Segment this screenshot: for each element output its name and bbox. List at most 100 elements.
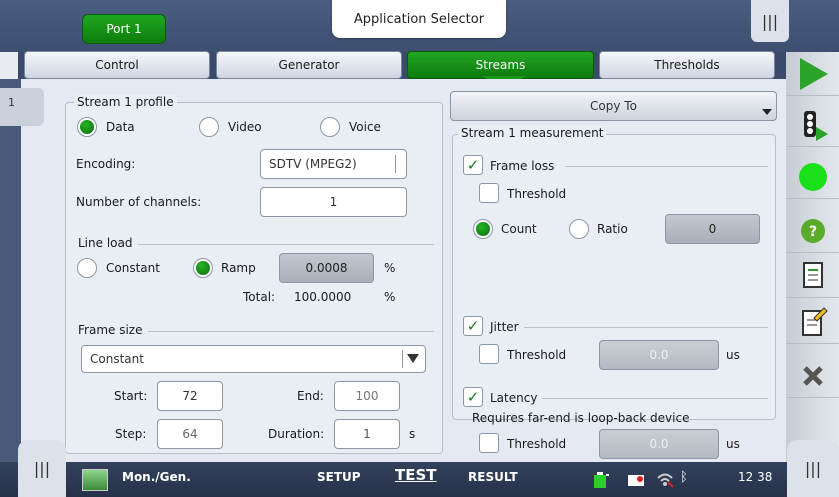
count-radio[interactable]	[473, 219, 493, 239]
frame-loss-threshold-checkbox[interactable]	[479, 183, 499, 203]
dropdown-icon	[762, 109, 772, 115]
channels-label: Number of channels:	[76, 195, 202, 209]
stream-index-tab[interactable]: 1	[0, 88, 44, 126]
jitter-threshold-label: Threshold	[507, 348, 567, 362]
report-button[interactable]	[786, 254, 839, 298]
tab-control[interactable]: Control	[24, 51, 210, 79]
select-divider	[402, 350, 403, 368]
bottom-right-menu-handle[interactable]: |||	[787, 440, 839, 497]
video-radio[interactable]	[199, 117, 219, 137]
top-menu-handle[interactable]: |||	[751, 0, 789, 42]
port-tab[interactable]: Port 1	[82, 14, 166, 44]
traffic-light-icon	[803, 110, 828, 141]
battery-icon	[593, 471, 609, 489]
measurement-legend: Stream 1 measurement	[458, 126, 607, 140]
report-icon	[802, 261, 823, 288]
status-led-icon	[798, 162, 827, 191]
app-icon[interactable]	[82, 469, 108, 491]
application-selector[interactable]: Application Selector	[332, 0, 506, 38]
tab-thresholds[interactable]: Thresholds	[599, 51, 775, 79]
voice-label: Voice	[349, 120, 381, 134]
encoding-divider	[395, 155, 396, 173]
step-field[interactable]: 64	[157, 419, 223, 449]
step-label: Step:	[115, 427, 147, 441]
latency-threshold-label: Threshold	[507, 437, 567, 451]
jitter-label: Jitter	[490, 320, 519, 334]
frame-size-rule	[148, 331, 434, 332]
data-label: Data	[106, 120, 135, 134]
copy-to-label: Copy To	[590, 99, 637, 113]
storage-icon	[627, 473, 645, 487]
app-name: Mon./Gen.	[122, 470, 191, 484]
constant-label: Constant	[106, 261, 160, 275]
ratio-radio[interactable]	[569, 219, 589, 239]
svg-text:?: ?	[808, 224, 816, 240]
encoding-field[interactable]: SDTV (MPEG2)	[260, 149, 407, 179]
duration-label: Duration:	[268, 427, 325, 441]
tab-generator[interactable]: Generator	[216, 51, 402, 79]
setup-button[interactable]: SETUP	[317, 470, 361, 484]
latency-checkbox[interactable]: ✓	[463, 387, 483, 407]
start-label: Start:	[114, 389, 148, 403]
edit-report-button[interactable]	[786, 300, 839, 344]
constant-radio[interactable]	[77, 258, 97, 278]
tools-button[interactable]	[786, 354, 839, 398]
frame-size-select[interactable]: Constant	[81, 345, 426, 373]
data-radio[interactable]	[77, 117, 97, 137]
ramp-unit: %	[384, 261, 396, 275]
duration-field[interactable]: 1	[334, 419, 400, 449]
stream-profile-legend: Stream 1 profile	[74, 95, 177, 109]
jitter-threshold-field[interactable]: 0.0	[599, 340, 719, 370]
video-label: Video	[228, 120, 262, 134]
frame-size-legend: Frame size	[78, 323, 143, 337]
wifi-icon	[656, 470, 674, 488]
count-value-field[interactable]: 0	[665, 214, 760, 244]
status-button[interactable]	[786, 155, 839, 199]
test-button[interactable]: TEST	[395, 466, 437, 484]
clock: 12 38	[738, 470, 773, 484]
encoding-value: SDTV (MPEG2)	[269, 157, 357, 171]
traffic-button[interactable]	[786, 103, 839, 147]
tab-streams[interactable]: Streams	[407, 51, 594, 79]
total-value: 100.0000	[294, 290, 352, 304]
end-field[interactable]: 100	[334, 381, 400, 411]
copy-to-button[interactable]: Copy To	[450, 91, 777, 121]
jitter-checkbox[interactable]: ✓	[463, 316, 483, 336]
frame-size-mode: Constant	[90, 352, 144, 366]
frame-loss-threshold-label: Threshold	[507, 187, 567, 201]
end-label: End:	[297, 389, 324, 403]
jitter-threshold-checkbox[interactable]	[479, 344, 499, 364]
duration-unit: s	[409, 427, 416, 441]
start-field[interactable]: 72	[157, 381, 223, 411]
latency-unit: us	[726, 437, 740, 451]
voice-radio[interactable]	[320, 117, 340, 137]
ramp-radio[interactable]	[193, 258, 213, 278]
start-button[interactable]	[786, 52, 839, 96]
result-button[interactable]: RESULT	[468, 470, 518, 484]
ramp-label: Ramp	[221, 261, 256, 275]
tools-icon	[802, 365, 823, 386]
jitter-rule	[524, 327, 768, 328]
count-label: Count	[501, 222, 537, 236]
latency-threshold-checkbox[interactable]	[479, 433, 499, 453]
frame-loss-checkbox[interactable]: ✓	[463, 155, 483, 175]
ratio-label: Ratio	[597, 222, 628, 236]
latency-threshold-field[interactable]: 0.0	[599, 429, 719, 459]
total-label: Total:	[243, 290, 276, 304]
bottom-left-menu-handle[interactable]: |||	[18, 440, 66, 497]
channels-field[interactable]: 1	[260, 187, 407, 217]
left-strip	[0, 79, 21, 462]
ramp-value-field[interactable]: 0.0008	[279, 253, 374, 283]
help-icon: ?	[800, 218, 825, 243]
line-load-legend: Line load	[78, 236, 133, 250]
line-load-rule	[138, 244, 434, 245]
frame-loss-label: Frame loss	[490, 159, 555, 173]
bluetooth-icon: ᛒ	[680, 470, 688, 485]
edit-report-icon	[801, 306, 828, 336]
help-button[interactable]: ?	[786, 209, 839, 253]
chevron-down-icon	[407, 354, 419, 363]
measurement-group	[452, 134, 776, 420]
latency-label: Latency	[490, 391, 538, 405]
latency-note: Requires far-end is loop-back device	[472, 411, 690, 425]
latency-rule	[542, 398, 768, 399]
